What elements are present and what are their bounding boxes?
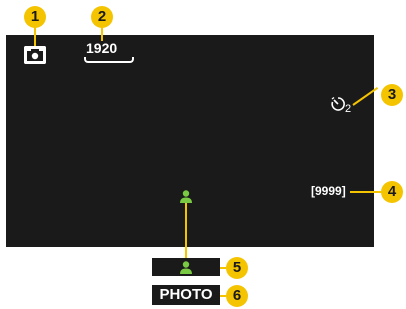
- camera-icon: [24, 46, 46, 64]
- callout-3: 3: [381, 84, 403, 106]
- person-icon: [180, 261, 192, 274]
- leader-line-2: [101, 26, 103, 41]
- callout-2: 2: [91, 6, 113, 28]
- callout-1: 1: [24, 6, 46, 28]
- leader-line-4: [350, 191, 383, 193]
- self-timer-value: 2: [345, 103, 352, 115]
- callout-6: 6: [226, 285, 248, 307]
- resolution-bracket: [84, 57, 134, 63]
- callout-5: 5: [226, 257, 248, 279]
- self-timer-icon: [331, 96, 345, 111]
- resolution-indicator: 1920: [86, 40, 118, 56]
- face-detection-indicator: [152, 258, 220, 276]
- mode-label: PHOTO: [152, 285, 220, 305]
- person-icon: [180, 190, 192, 203]
- camera-screen: [6, 35, 374, 247]
- leader-line-5: [185, 203, 187, 258]
- callout-4: 4: [381, 181, 403, 203]
- leader-line-1: [34, 26, 36, 46]
- remaining-shots-count: [9999]: [311, 184, 346, 198]
